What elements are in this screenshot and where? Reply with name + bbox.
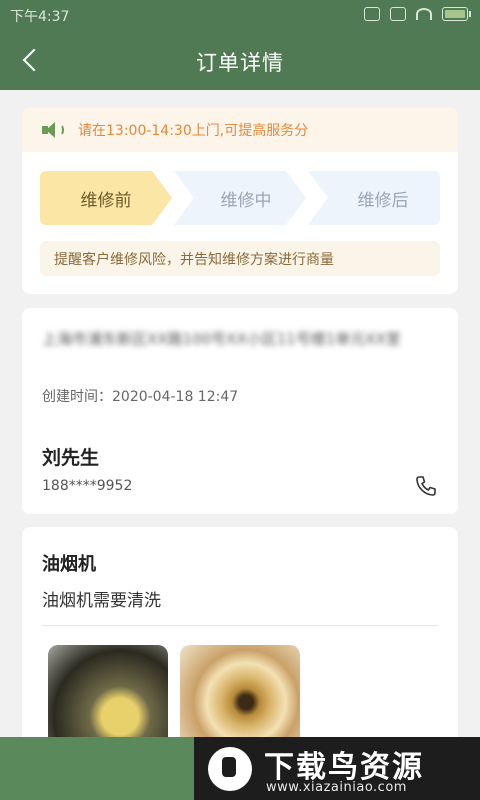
status-icons — [364, 7, 471, 21]
step-before-repair[interactable]: 维修前 — [40, 171, 172, 225]
watermark-url: www.xiazainiao.com — [266, 780, 407, 795]
speaker-icon — [42, 122, 64, 138]
customer-phone: 188****9952 — [42, 478, 133, 494]
page-title: 订单详情 — [196, 51, 284, 75]
service-status-card: 请在13:00-14:30上门,可提高服务分 维修前 维修中 维修后 提醒客户维… — [22, 108, 458, 294]
step-after-repair[interactable]: 维修后 — [308, 171, 440, 225]
status-bar: 下午4:37 — [0, 0, 480, 30]
customer-card: 上海市浦东新区XX路100号XX小区11号楼1单元XX室 创建时间：2020-0… — [22, 308, 458, 514]
customer-address: 上海市浦东新区XX路100号XX小区11号楼1单元XX室 — [42, 330, 401, 348]
status-time: 下午4:37 — [10, 9, 70, 25]
notice-bar: 请在13:00-14:30上门,可提高服务分 — [22, 108, 458, 152]
created-value: 2020-04-18 12:47 — [112, 389, 239, 405]
device-name: 油烟机 — [42, 554, 96, 575]
notice-text: 请在13:00-14:30上门,可提高服务分 — [78, 123, 309, 139]
created-label: 创建时间： — [42, 389, 112, 405]
created-time: 创建时间：2020-04-18 12:47 — [42, 386, 238, 406]
phone-call-icon[interactable] — [414, 474, 438, 498]
divider — [42, 625, 438, 626]
app-header: 订单详情 — [0, 30, 480, 90]
watermark-logo-icon — [208, 747, 252, 791]
repair-steps: 维修前 维修中 维修后 — [40, 171, 440, 225]
wifi-icon — [416, 8, 432, 20]
step-during-repair[interactable]: 维修中 — [174, 171, 306, 225]
battery-icon — [442, 7, 471, 21]
repair-tip: 提醒客户维修风险，并告知维修方案进行商量 — [40, 241, 440, 276]
watermark-banner: 下载鸟资源 www.xiazainiao.com — [194, 737, 480, 800]
no-sim-icon — [390, 7, 406, 21]
customer-name: 刘先生 — [42, 447, 100, 469]
device-description: 油烟机需要清洗 — [42, 591, 161, 611]
alarm-off-icon — [364, 7, 380, 21]
device-card: 油烟机 油烟机需要清洗 — [22, 527, 458, 767]
